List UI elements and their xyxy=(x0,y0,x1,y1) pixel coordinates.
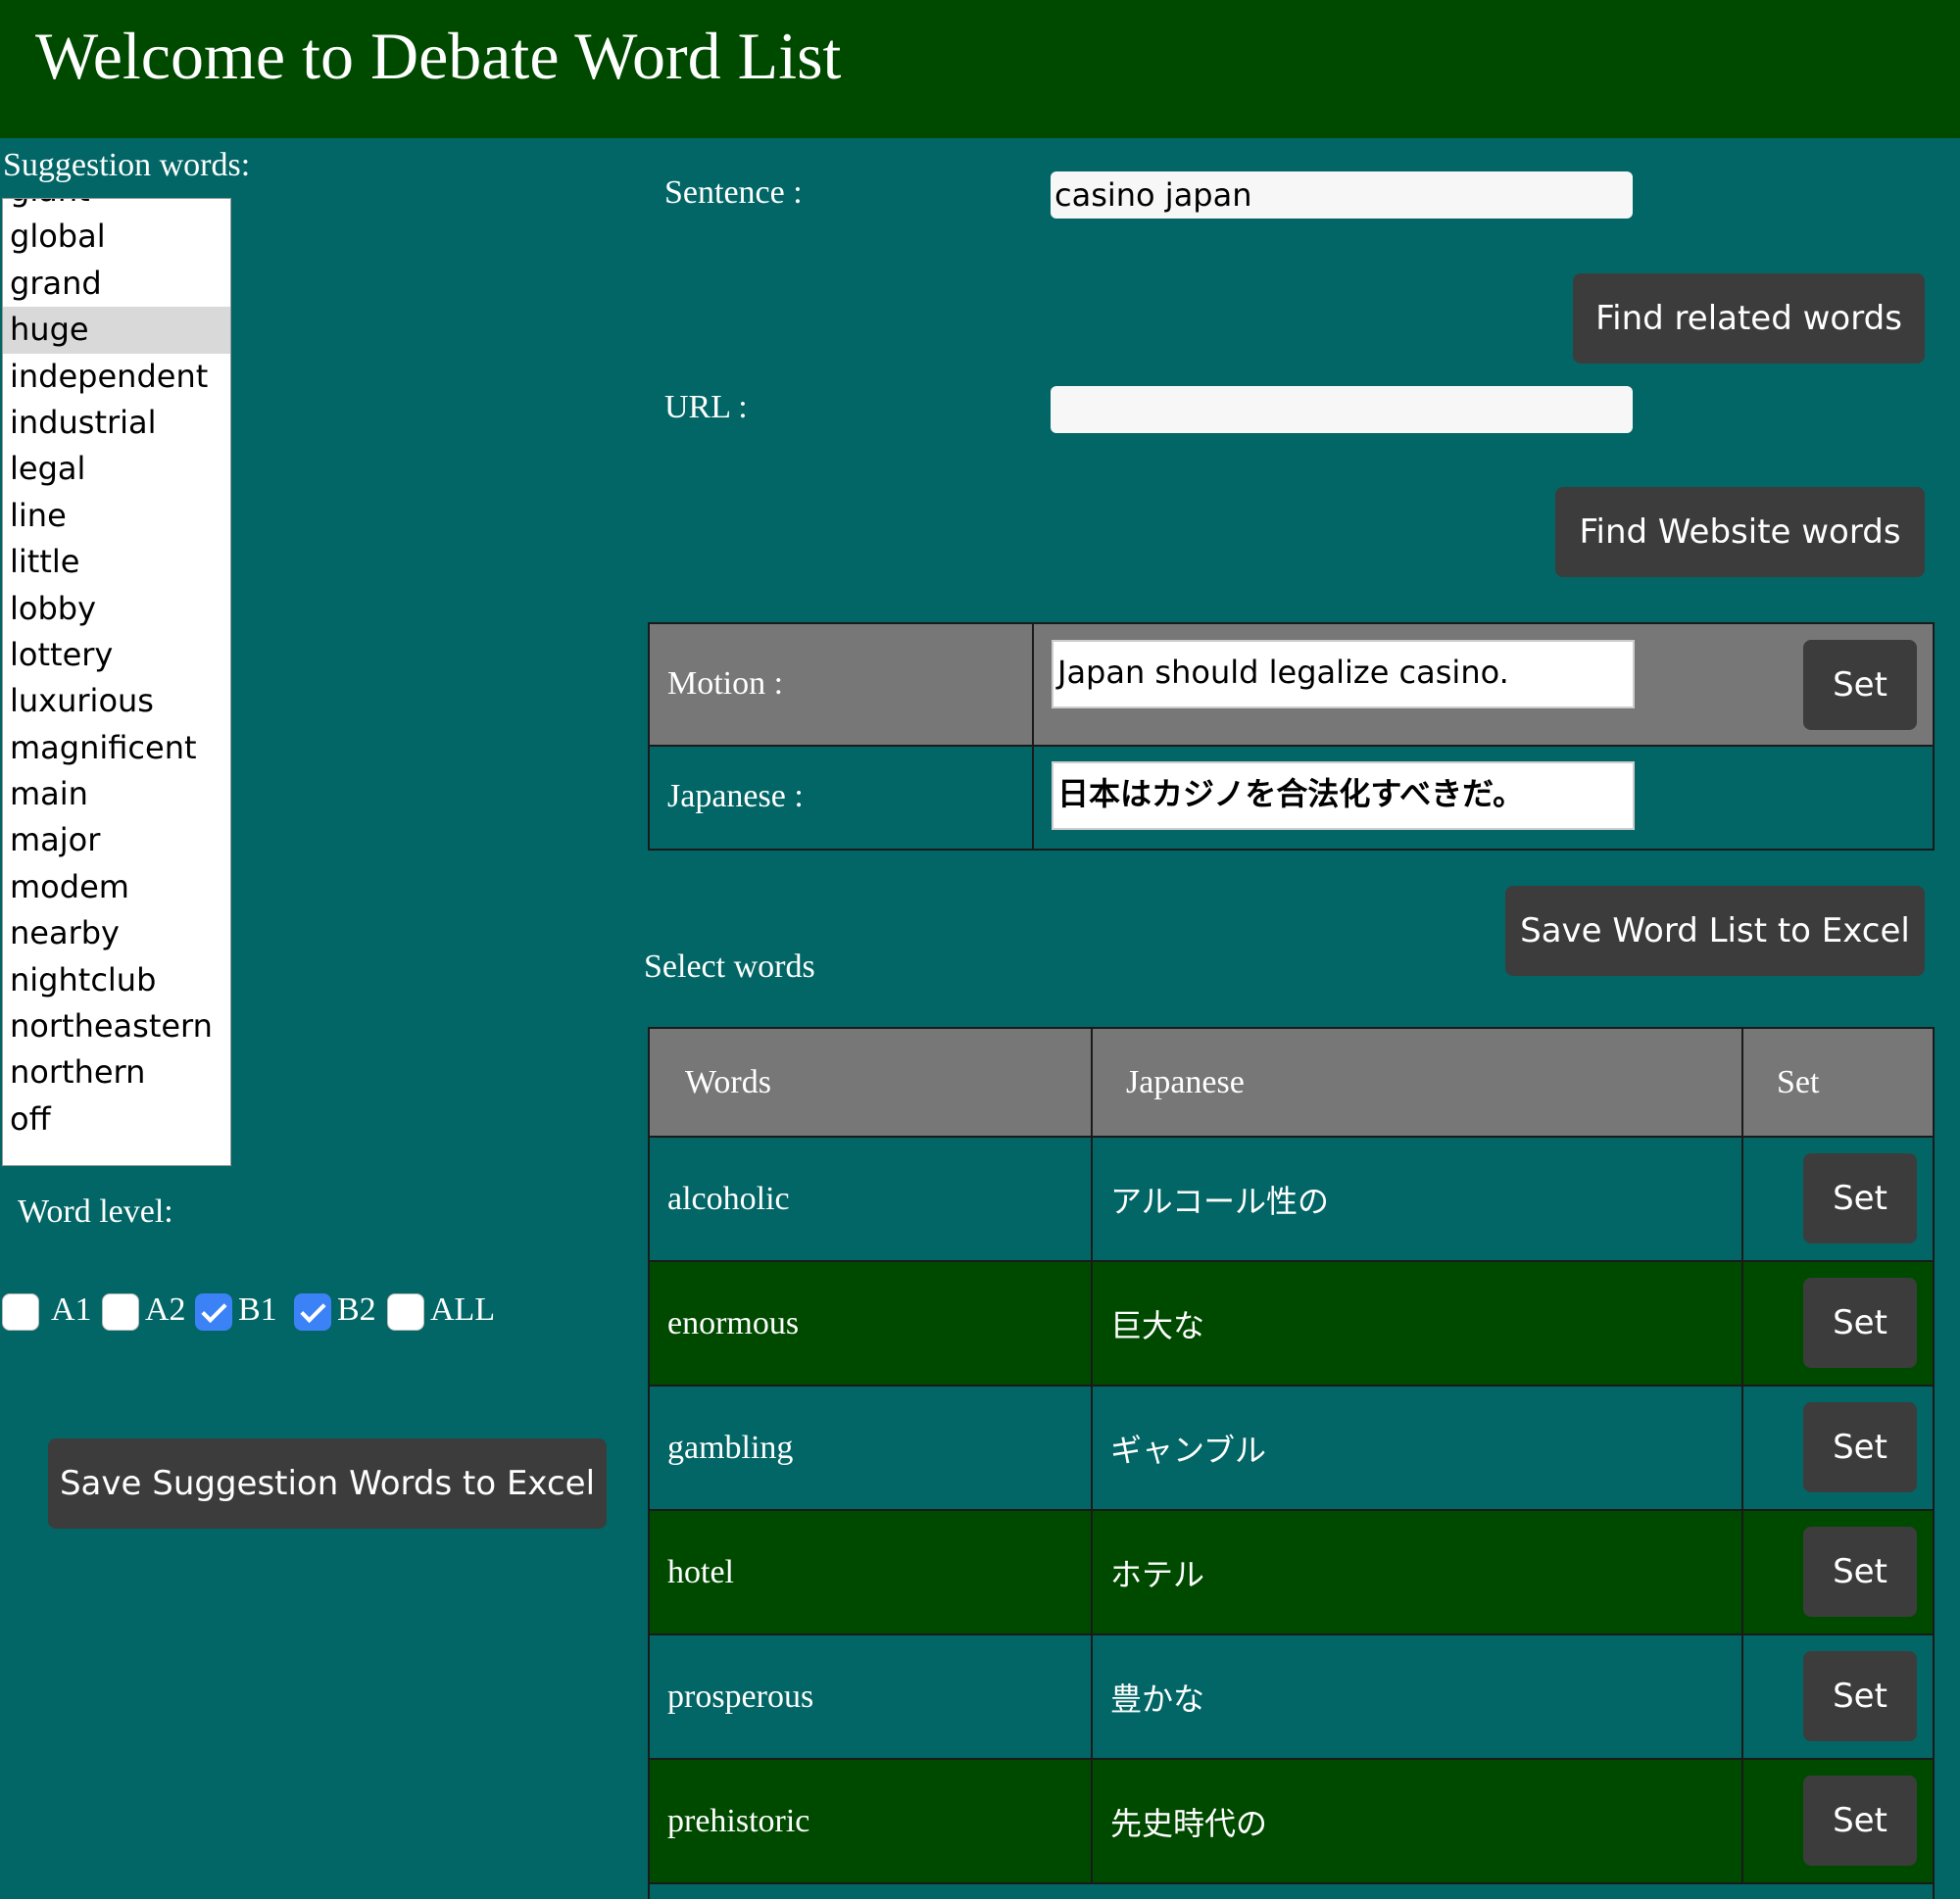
words-table: Words Japanese Set alcoholic アルコール性の Set en… xyxy=(648,1027,1935,1899)
suggestion-list-item[interactable]: nearby xyxy=(3,910,230,956)
suggestion-list-item[interactable]: off xyxy=(3,1096,230,1143)
level-checkbox-all[interactable] xyxy=(387,1293,424,1331)
suggestion-list-item[interactable]: lottery xyxy=(3,632,230,678)
find-website-words-button[interactable]: Find Website words xyxy=(1555,487,1925,577)
row-set-button[interactable]: Set xyxy=(1803,1651,1917,1741)
word-cell: gambling xyxy=(667,1429,794,1466)
column-divider xyxy=(1741,1635,1743,1758)
japanese-cell: ギャンブル xyxy=(1110,1431,1267,1469)
column-divider xyxy=(1091,1138,1093,1260)
japanese-cell: 先史時代の xyxy=(1110,1804,1268,1842)
level-label-all: ALL xyxy=(430,1291,496,1328)
suggestion-list-item[interactable]: global xyxy=(3,214,230,260)
level-label-b1: B1 xyxy=(238,1291,277,1328)
header-japanese: Japanese xyxy=(1126,1063,1245,1100)
suggestion-list-item[interactable]: modem xyxy=(3,864,230,910)
level-label-a2: A2 xyxy=(145,1291,186,1328)
level-checkbox-a2[interactable] xyxy=(102,1293,139,1331)
page-header: Welcome to Debate Word List xyxy=(0,0,1960,138)
row-set-button[interactable]: Set xyxy=(1803,1278,1917,1368)
japanese-cell: ホテル xyxy=(1110,1555,1205,1593)
suggestion-list-item[interactable]: huge xyxy=(3,307,230,354)
word-cell: prosperous xyxy=(667,1678,814,1715)
motion-label: Motion : xyxy=(667,665,784,702)
sentence-input[interactable]: casino japan xyxy=(1051,171,1633,219)
row-set-button[interactable]: Set xyxy=(1803,1153,1917,1243)
japanese-cell: 豊かな xyxy=(1110,1680,1205,1718)
column-divider xyxy=(1091,1029,1093,1136)
word-level-label: Word level: xyxy=(18,1193,173,1230)
sentence-label: Sentence : xyxy=(664,174,803,211)
find-related-words-button[interactable]: Find related words xyxy=(1573,273,1925,364)
level-checkbox-a1[interactable] xyxy=(2,1293,39,1331)
save-suggestion-words-button[interactable]: Save Suggestion Words to Excel xyxy=(48,1438,607,1529)
column-divider xyxy=(1741,1760,1743,1882)
suggestion-list-item[interactable]: giant xyxy=(3,199,230,214)
table-row: prosperous 豊かな Set xyxy=(650,1635,1933,1760)
table-header-row: Words Japanese Set xyxy=(650,1029,1933,1138)
column-divider xyxy=(1032,624,1034,849)
motion-row: Motion : Japan should legalize casino. S… xyxy=(650,624,1933,747)
suggestion-words-label: Suggestion words: xyxy=(3,147,251,183)
column-divider xyxy=(1741,1511,1743,1633)
suggestion-list-item[interactable]: line xyxy=(3,493,230,539)
table-row: prehistoric 先史時代の Set xyxy=(650,1760,1933,1884)
table-row: enormous 巨大な Set xyxy=(650,1262,1933,1387)
motion-input[interactable]: Japan should legalize casino. xyxy=(1052,640,1635,708)
level-checkbox-b1[interactable] xyxy=(195,1293,232,1331)
column-divider xyxy=(1091,1511,1093,1633)
japanese-motion-output: 日本はカジノを合法化すべきだ。 xyxy=(1052,761,1635,830)
table-row: alcoholic アルコール性の Set xyxy=(650,1138,1933,1262)
suggestion-list-item[interactable]: legal xyxy=(3,446,230,492)
motion-set-button[interactable]: Set xyxy=(1803,640,1917,730)
suggestion-list-item[interactable]: northern xyxy=(3,1049,230,1096)
table-row: gambling ギャンブル Set xyxy=(650,1387,1933,1511)
suggestion-list-item[interactable]: luxurious xyxy=(3,678,230,724)
table-row: hotel ホテル Set xyxy=(650,1511,1933,1635)
url-input[interactable] xyxy=(1051,386,1633,433)
column-divider xyxy=(1741,1387,1743,1509)
save-word-list-button[interactable]: Save Word List to Excel xyxy=(1505,886,1925,976)
column-divider xyxy=(1091,1387,1093,1509)
japanese-cell: アルコール性の xyxy=(1110,1182,1330,1220)
column-divider xyxy=(1741,1262,1743,1385)
column-divider xyxy=(1091,1635,1093,1758)
suggestion-list-item[interactable]: independent xyxy=(3,354,230,400)
suggestion-list-item[interactable]: main xyxy=(3,771,230,817)
word-cell: alcoholic xyxy=(667,1180,790,1217)
suggestion-list-item[interactable]: major xyxy=(3,817,230,863)
row-set-button[interactable]: Set xyxy=(1803,1402,1917,1492)
row-set-button[interactable]: Set xyxy=(1803,1776,1917,1866)
suggestion-list-item[interactable]: little xyxy=(3,539,230,585)
level-checkbox-b2[interactable] xyxy=(294,1293,331,1331)
japanese-label: Japanese : xyxy=(667,778,804,814)
header-words: Words xyxy=(685,1063,771,1100)
suggestion-words-list[interactable]: giantglobalgrandhugeindependentindustria… xyxy=(2,198,231,1166)
header-set: Set xyxy=(1777,1063,1820,1100)
level-label-b2: B2 xyxy=(337,1291,376,1328)
suggestion-list-item[interactable]: northeastern xyxy=(3,1003,230,1049)
motion-table: Motion : Japan should legalize casino. S… xyxy=(648,622,1935,851)
column-divider xyxy=(1091,1760,1093,1882)
word-cell: prehistoric xyxy=(667,1802,810,1839)
level-label-a1: A1 xyxy=(51,1291,92,1328)
column-divider xyxy=(1741,1029,1743,1136)
word-cell: hotel xyxy=(667,1553,734,1590)
row-set-button[interactable]: Set xyxy=(1803,1527,1917,1617)
suggestion-list-item[interactable]: grand xyxy=(3,261,230,307)
page-title: Welcome to Debate Word List xyxy=(35,19,842,93)
suggestion-list-item[interactable]: lobby xyxy=(3,586,230,632)
word-cell: enormous xyxy=(667,1304,800,1341)
suggestion-list-item[interactable]: industrial xyxy=(3,400,230,446)
suggestion-list-item[interactable]: magnificent xyxy=(3,725,230,771)
suggestion-list-item[interactable]: nightclub xyxy=(3,957,230,1003)
japanese-row: Japanese : 日本はカジノを合法化すべきだ。 xyxy=(650,747,1933,849)
column-divider xyxy=(1091,1262,1093,1385)
column-divider xyxy=(1741,1138,1743,1260)
url-label: URL : xyxy=(664,389,748,425)
select-words-label: Select words xyxy=(644,949,815,985)
japanese-cell: 巨大な xyxy=(1110,1306,1205,1344)
